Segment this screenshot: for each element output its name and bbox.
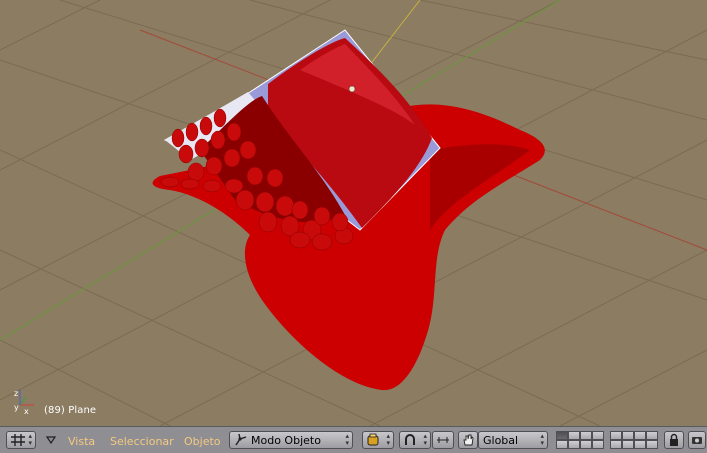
object-origin[interactable]: [348, 85, 356, 93]
layer-16[interactable]: [610, 440, 622, 449]
layer-lock-button[interactable]: [664, 431, 684, 449]
draw-type-select[interactable]: ▴ ▾: [362, 431, 394, 449]
camera-icon: [692, 437, 702, 444]
layer-2[interactable]: [568, 431, 580, 440]
menu-collapse-toggle[interactable]: [44, 431, 58, 449]
axis-widget: z y x: [14, 389, 34, 416]
layer-6[interactable]: [610, 431, 622, 440]
layer-1[interactable]: [556, 431, 568, 440]
mode-label: Modo Objeto: [251, 433, 321, 447]
updown-arrows-icon: ▴ ▾: [423, 432, 427, 447]
layer-8[interactable]: [634, 431, 646, 440]
layer-14[interactable]: [592, 440, 604, 449]
layer-7[interactable]: [622, 431, 634, 440]
object-mode-icon: [235, 433, 247, 446]
updown-arrows-icon: ▴ ▾: [28, 432, 32, 447]
pivot-icon: [405, 434, 415, 445]
snap-icon: [437, 437, 449, 443]
mode-select[interactable]: Modo Objeto ▴ ▾: [229, 431, 353, 449]
axis-z-label: z: [14, 389, 18, 398]
hand-icon: [463, 434, 474, 446]
layer-17[interactable]: [622, 440, 634, 449]
layer-12[interactable]: [568, 440, 580, 449]
3d-viewport[interactable]: z y x (89) Plane: [0, 0, 707, 426]
lock-icon: [670, 433, 678, 446]
layer-11[interactable]: [556, 440, 568, 449]
updown-arrows-icon: ▴ ▾: [345, 432, 349, 447]
layer-9[interactable]: [646, 431, 658, 440]
menu-vista[interactable]: Vista: [68, 432, 95, 450]
snap-toggle[interactable]: [432, 431, 454, 449]
layer-13[interactable]: [580, 440, 592, 449]
orientation-select[interactable]: Global ▴ ▾: [478, 431, 548, 449]
layer-4[interactable]: [592, 431, 604, 440]
pivot-select[interactable]: ▴ ▾: [399, 431, 431, 449]
axis-y-label: y: [14, 403, 19, 412]
updown-arrows-icon: ▴ ▾: [386, 432, 390, 447]
axis-x-label: x: [24, 407, 29, 416]
manipulator-toggle[interactable]: [458, 431, 478, 449]
layer-18[interactable]: [634, 440, 646, 449]
layer-19[interactable]: [646, 440, 658, 449]
grid-icon: [11, 434, 25, 446]
shading-icon: [367, 433, 379, 446]
updown-arrows-icon: ▴ ▾: [540, 432, 544, 447]
window-type-button[interactable]: ▴ ▾: [6, 431, 36, 449]
menu-objeto[interactable]: Objeto: [184, 432, 221, 450]
menu-seleccionar[interactable]: Seleccionar: [110, 432, 174, 450]
viewport-scene: z y x: [0, 0, 707, 426]
3d-view-header: ▴ ▾ Vista Seleccionar Objeto Modo Objeto …: [0, 426, 707, 453]
frame-object-status: (89) Plane: [44, 405, 97, 416]
blender-window: z y x (89) Plane ▴ ▾ Vista Seleccionar Ob…: [0, 0, 707, 453]
orientation-label: Global: [483, 433, 519, 447]
layer-3[interactable]: [580, 431, 592, 440]
camera-view-button[interactable]: [688, 431, 706, 449]
triangle-down-icon: [46, 436, 56, 444]
